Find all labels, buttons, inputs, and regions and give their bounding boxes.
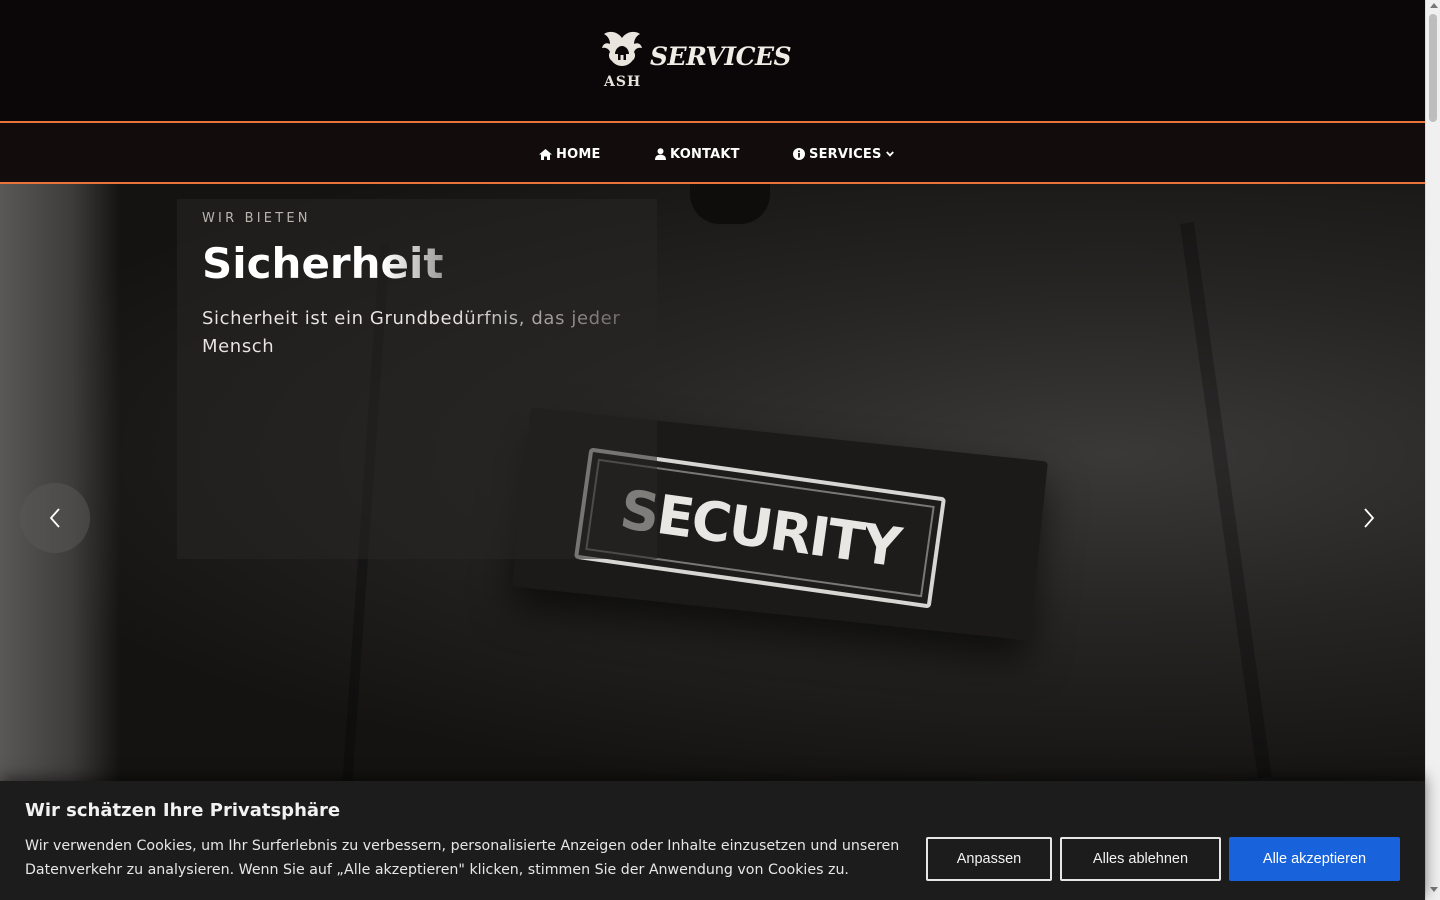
- main-navigation: HOME KONTAKT SERVICES: [0, 121, 1425, 184]
- nav-item-services[interactable]: SERVICES: [793, 144, 894, 164]
- cookie-reject-all-button[interactable]: Alles ablehnen: [1060, 837, 1221, 881]
- jacket-fold: [1180, 222, 1272, 779]
- cookie-consent-banner: Wir schätzen Ihre Privatsphäre Wir verwe…: [0, 781, 1425, 900]
- slider-next-button[interactable]: [1334, 483, 1404, 553]
- cookie-accept-all-button[interactable]: Alle akzeptieren: [1229, 837, 1400, 881]
- hero-title: Sicherheit: [202, 239, 444, 288]
- phoenix-logo-icon: [602, 31, 642, 67]
- chevron-right-icon: [1364, 508, 1375, 528]
- scroll-thumb[interactable]: [1429, 14, 1437, 122]
- nav-item-home[interactable]: HOME: [539, 144, 601, 164]
- home-icon: [539, 148, 552, 160]
- chevron-left-icon: [49, 508, 60, 528]
- nav-item-home-label: HOME: [556, 146, 601, 162]
- nav-item-services-label: SERVICES: [809, 146, 882, 162]
- nav-item-kontakt-label: KONTAKT: [670, 146, 740, 162]
- hero-caption: WIR BIETEN Sicherheit Sicherheit ist ein…: [177, 199, 657, 559]
- nav-item-kontakt[interactable]: KONTAKT: [655, 144, 740, 164]
- jacket-collar: [690, 184, 770, 224]
- cookie-customize-button[interactable]: Anpassen: [926, 837, 1052, 881]
- site-header: ASH SERVICES: [0, 0, 1425, 121]
- logo-ash-text: ASH: [604, 74, 642, 90]
- hero-text: Sicherheit ist ein Grundbedürfnis, das j…: [202, 305, 642, 361]
- page-scrollbar[interactable]: [1425, 0, 1440, 900]
- user-icon: [655, 148, 666, 160]
- site-logo[interactable]: ASH SERVICES: [598, 28, 792, 94]
- hero-kicker: WIR BIETEN: [202, 211, 311, 226]
- security-badge-text: SECURITY: [616, 477, 904, 579]
- scroll-down-arrow-icon[interactable]: [1430, 887, 1438, 892]
- cookie-description: Wir verwenden Cookies, um Ihr Surferlebn…: [25, 838, 900, 878]
- hero-slider: SECURITY WIR BIETEN Sicherheit Sicherhei…: [0, 184, 1425, 784]
- chevron-down-icon: [885, 151, 894, 157]
- info-circle-icon: [793, 148, 805, 160]
- cookie-title: Wir schätzen Ihre Privatsphäre: [25, 800, 341, 821]
- slider-prev-button[interactable]: [20, 483, 90, 553]
- logo-services-text: SERVICES: [650, 42, 792, 71]
- scroll-up-arrow-icon[interactable]: [1430, 3, 1438, 8]
